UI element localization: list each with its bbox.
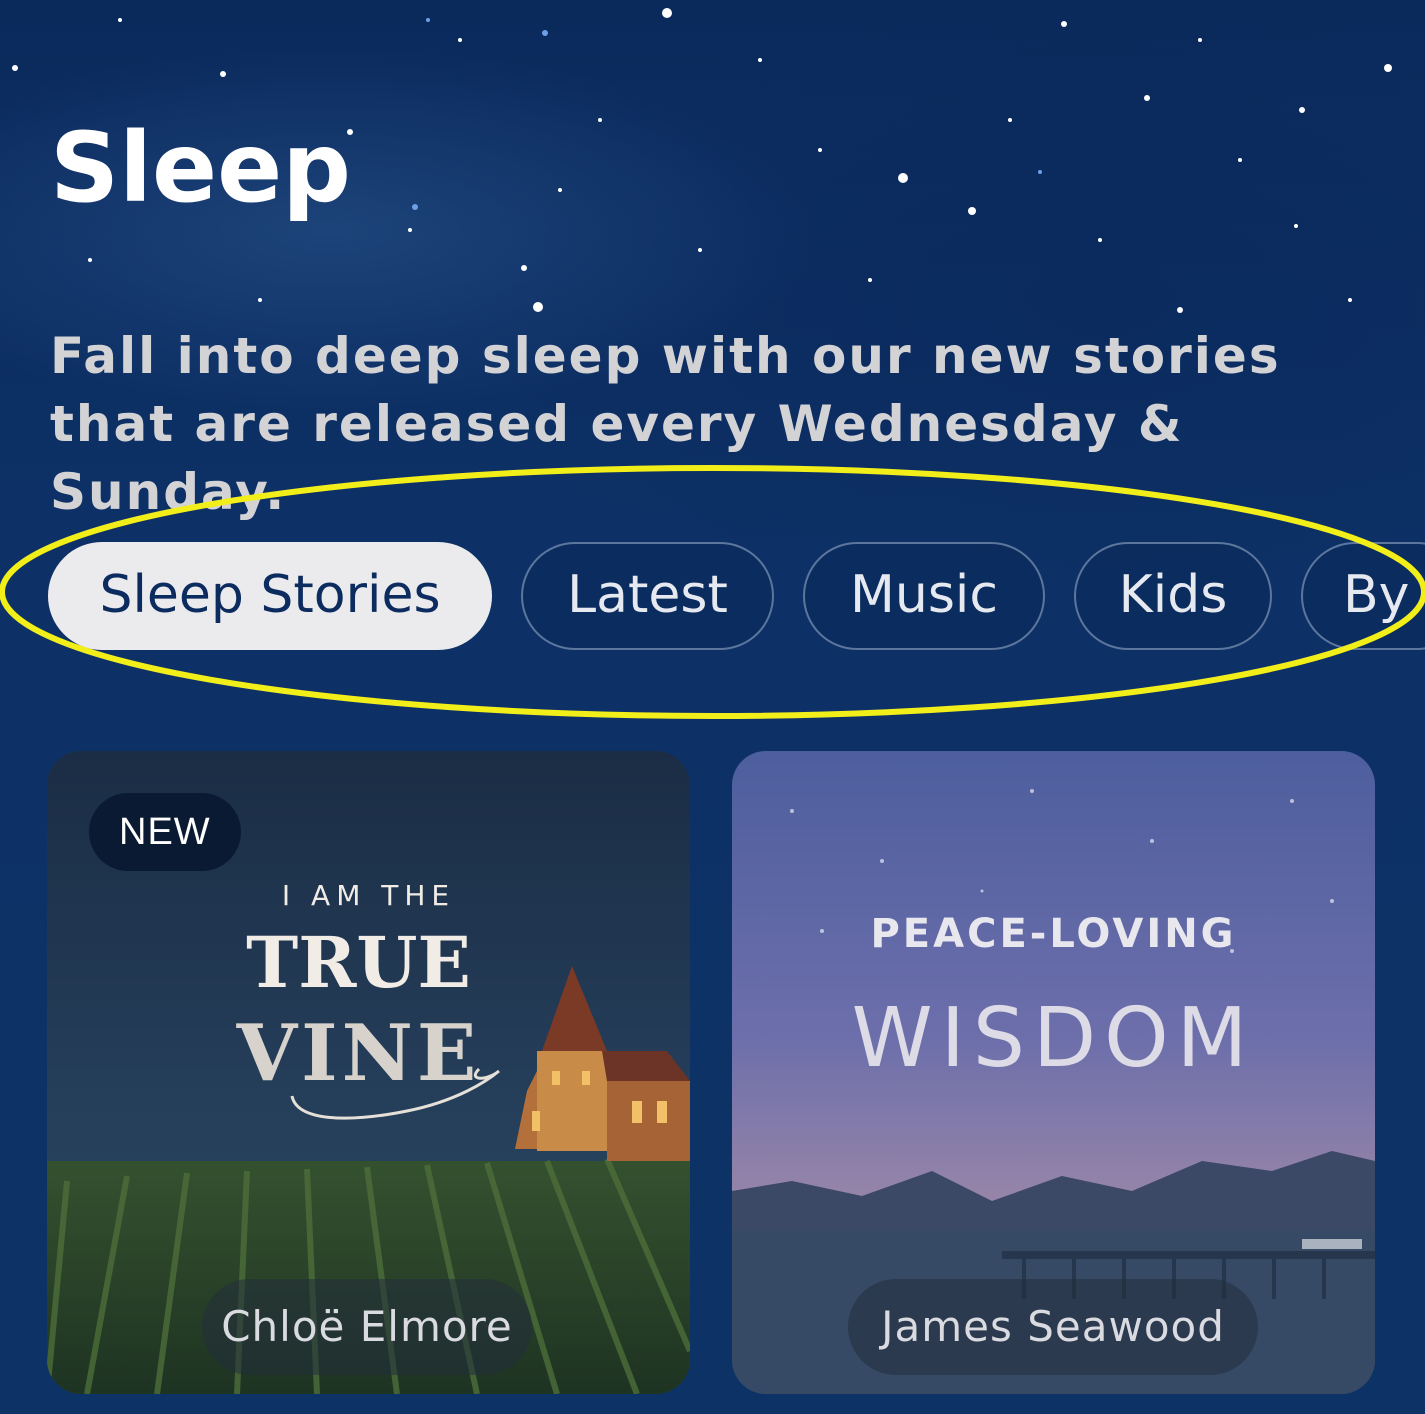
cover-text-line1: I AM THE: [281, 879, 456, 912]
chip-by[interactable]: By: [1301, 542, 1425, 650]
chip-music[interactable]: Music: [803, 542, 1045, 650]
page-title: Sleep: [50, 112, 351, 224]
page-subtitle: Fall into deep sleep with our new storie…: [50, 327, 1281, 521]
category-filter-bar: Sleep Stories Latest Music Kids By: [0, 540, 1425, 655]
cover-text-line2: TRUE: [246, 921, 471, 1004]
chip-sleep-stories[interactable]: Sleep Stories: [48, 542, 492, 650]
story-card-peace-loving-wisdom[interactable]: PEACE-LOVING WISDOM James Seawood: [732, 751, 1375, 1394]
cover-text-line2: WISDOM: [851, 991, 1256, 1086]
chip-latest[interactable]: Latest: [521, 542, 774, 650]
cover-text-line3: VINE: [236, 1008, 481, 1099]
cover-text-line1: PEACE-LOVING: [870, 911, 1237, 957]
narrator-label: Chloë Elmore: [202, 1279, 532, 1375]
chip-kids[interactable]: Kids: [1074, 542, 1272, 650]
story-card-true-vine[interactable]: NEW I AM THE TRUE VINE Chloë Elmore: [47, 751, 690, 1394]
narrator-label: James Seawood: [848, 1279, 1258, 1375]
new-badge: NEW: [89, 793, 241, 871]
